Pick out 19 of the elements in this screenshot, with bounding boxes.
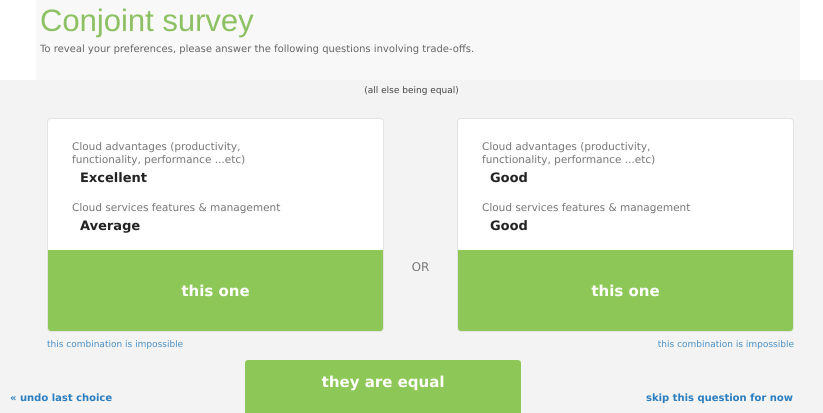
attribute-label: Cloud advantages (productivity, functionality, performance ...etc) [72,141,246,167]
subtitle: To reveal your preferences, please answer the following questions involving trade-offs. [40,44,476,55]
attribute-value: Good [490,171,529,186]
attribute-label: Cloud services features & management [72,202,282,215]
impossible-link[interactable]: this combination is impossible [658,340,794,350]
attribute-label: Cloud advantages (productivity, functionality, performance ...etc) [482,141,656,167]
page-title: Conjoint survey [40,4,255,38]
choose-button[interactable]: this one [458,250,793,331]
or-text: OR [410,260,430,274]
attribute-label: Cloud services features & management [482,202,692,215]
skip-link[interactable]: skip this question for now [646,393,793,404]
attribute-value: Excellent [80,171,148,186]
attribute-value: Average [80,219,142,234]
choose-button[interactable]: this one [48,250,383,331]
undo-link[interactable]: « undo last choice [10,393,112,404]
note-text: (all else being equal) [363,86,460,96]
impossible-link[interactable]: this combination is impossible [47,340,184,350]
equal-button[interactable]: they are equal [245,360,522,413]
attribute-value: Good [490,219,529,234]
